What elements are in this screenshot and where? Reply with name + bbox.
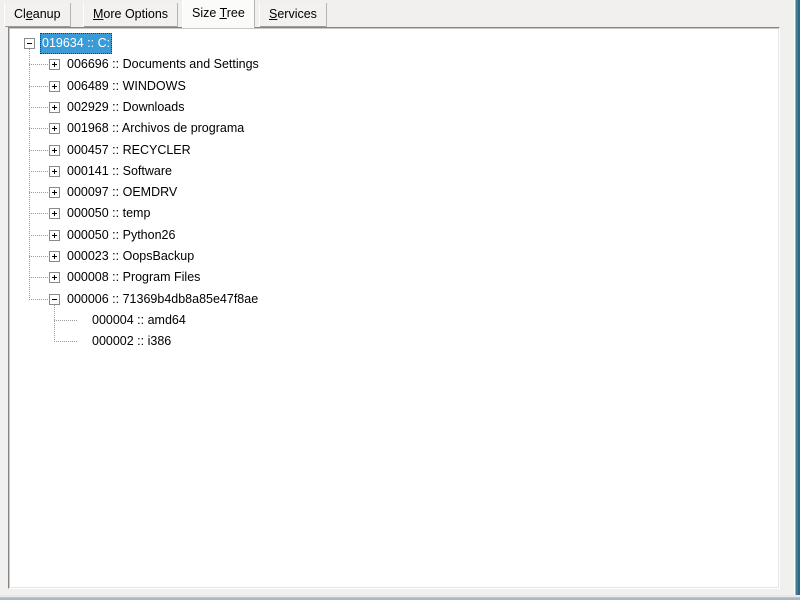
tab-strip: Cleanup More Options Size Tree Services [4,0,788,28]
tree-row-leaf[interactable]: 000004 :: amd64 [10,310,778,331]
tab-size-tree[interactable]: Size Tree [182,0,255,28]
app-window: Cleanup More Options Size Tree Services … [0,0,800,600]
tree-row-child[interactable]: 000006 :: 71369b4db8a85e47f8ae [10,289,778,310]
tree-row-child[interactable]: 000023 :: OopsBackup [10,246,778,267]
tree-row-label: 000050 :: Python26 [67,227,176,242]
plus-box-icon[interactable] [49,208,60,220]
plus-box-icon[interactable] [49,272,60,284]
size-tree-panel[interactable]: 019634 :: C:006696 :: Documents and Sett… [8,27,780,589]
tree-row-child[interactable]: 000050 :: Python26 [10,225,778,246]
tree-row-child[interactable]: 000097 :: OEMDRV [10,182,778,203]
tree-row-child[interactable]: 001968 :: Archivos de programa [10,118,778,139]
tree-row-child[interactable]: 006696 :: Documents and Settings [10,54,778,75]
tree-row-label: 000050 :: temp [67,206,151,221]
tree-row-child[interactable]: 000008 :: Program Files [10,267,778,288]
tree-row-child[interactable]: 000457 :: RECYCLER [10,140,778,161]
plus-box-icon[interactable] [49,187,60,199]
tab-more-options[interactable]: More Options [83,3,179,27]
tree-row-label: 001968 :: Archivos de programa [67,121,245,136]
tree-row-label: 019634 :: C: [40,33,113,54]
tab-more-options-label: More Options [93,7,169,21]
tree-connector-vertical [54,304,55,342]
window-bottom-edge [0,595,800,600]
plus-box-icon[interactable] [49,123,60,135]
plus-box-icon[interactable] [49,251,60,262]
tree-row-label: 000023 :: OopsBackup [67,249,195,263]
tab-size-tree-label: Size Tree [192,6,245,20]
plus-box-icon[interactable] [49,165,60,177]
tree-row-label: 002929 :: Downloads [67,99,185,114]
tree-row-child[interactable]: 006489 :: WINDOWS [10,76,778,97]
size-tree[interactable]: 019634 :: C:006696 :: Documents and Sett… [10,29,778,588]
tree-row-label: 006696 :: Documents and Settings [67,57,259,72]
tree-row-label: 000004 :: amd64 [92,312,186,327]
tree-row-label: 000008 :: Program Files [67,270,201,285]
tree-row-label: 000141 :: Software [67,163,172,178]
tree-row-root[interactable]: 019634 :: C: [10,33,778,54]
tree-row-label: 000097 :: OEMDRV [67,185,178,200]
tree-row-label: 000457 :: RECYCLER [67,142,191,157]
tree-row-leaf[interactable]: 000002 :: i386 [10,331,778,352]
tree-row-child[interactable]: 002929 :: Downloads [10,97,778,118]
size-tree-panel-inner: 019634 :: C:006696 :: Documents and Sett… [9,28,779,588]
tab-services[interactable]: Services [259,3,327,27]
window-right-edge [794,0,800,600]
plus-box-icon[interactable] [49,229,60,241]
minus-box-icon[interactable] [24,38,35,49]
tab-cleanup[interactable]: Cleanup [4,3,71,27]
tree-row-label: 000006 :: 71369b4db8a85e47f8ae [67,291,259,306]
tab-cleanup-label: Cleanup [14,7,61,21]
tree-row-child[interactable]: 000141 :: Software [10,161,778,182]
tree-row-label: 006489 :: WINDOWS [67,78,186,93]
plus-box-icon[interactable] [49,80,60,92]
plus-box-icon[interactable] [49,59,60,71]
tree-row-label: 000002 :: i386 [92,334,172,349]
tab-services-label: Services [269,7,317,21]
minus-box-icon[interactable] [49,293,60,305]
tree-connector-vertical [29,49,30,299]
plus-box-icon[interactable] [49,101,60,113]
tree-row-child[interactable]: 000050 :: temp [10,203,778,224]
plus-box-icon[interactable] [49,144,60,156]
